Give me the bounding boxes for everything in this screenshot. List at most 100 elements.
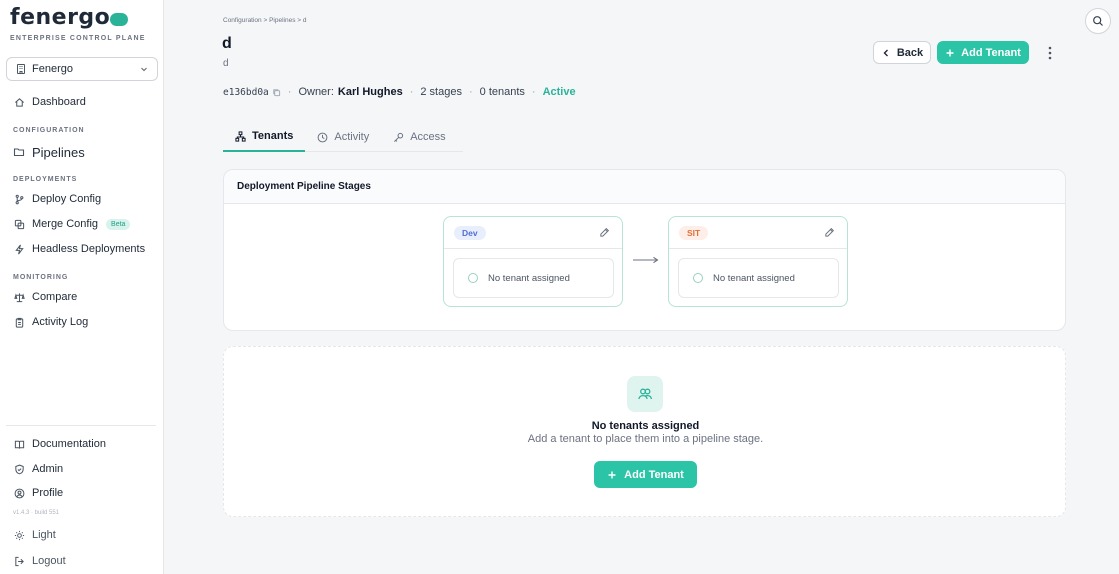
- org-select[interactable]: Fenergo: [6, 57, 158, 81]
- stage-badge-dev: Dev: [454, 225, 486, 240]
- org-select-value: Fenergo: [32, 63, 73, 75]
- nav-profile-label: Profile: [32, 487, 64, 499]
- tab-tenants[interactable]: Tenants: [223, 122, 306, 152]
- clock-icon: [317, 132, 328, 143]
- shield-icon: [13, 463, 25, 475]
- folder-icon: [13, 146, 25, 158]
- pencil-icon[interactable]: [599, 227, 610, 238]
- separator: ·: [287, 86, 292, 98]
- pipeline-meta: e136bd0a · Owner: Karl Hughes · 2 stages…: [223, 86, 576, 98]
- users-icon: [627, 376, 663, 412]
- empty-state-title: No tenants assigned: [591, 420, 700, 432]
- nav-activity-log-label: Activity Log: [32, 316, 89, 328]
- card-title: Deployment Pipeline Stages: [224, 170, 1065, 204]
- chevron-left-icon: [881, 48, 891, 58]
- nav-logout[interactable]: Logout: [13, 553, 66, 569]
- sun-icon: [13, 529, 25, 541]
- owner-label: Owner:: [298, 86, 334, 98]
- add-tenant-button-label: Add Tenant: [961, 46, 1021, 59]
- section-configuration: CONFIGURATION: [13, 127, 85, 134]
- tab-access[interactable]: Access: [381, 122, 457, 152]
- tenant-count: 0 tenants: [479, 86, 525, 98]
- nav-merge-config-label: Merge Config: [32, 218, 99, 230]
- add-tenant-button[interactable]: Add Tenant: [937, 41, 1029, 64]
- stage-header: SIT: [669, 217, 847, 249]
- nav-documentation-label: Documentation: [32, 438, 106, 450]
- nav-pipelines[interactable]: Pipelines: [13, 144, 85, 160]
- page-title: d: [222, 35, 232, 52]
- plus-icon: [607, 470, 617, 480]
- nav-documentation[interactable]: Documentation: [13, 436, 106, 452]
- stage-card-sit[interactable]: SIT No tenant assigned: [668, 216, 848, 307]
- user-circle-icon: [13, 487, 25, 499]
- hierarchy-icon: [235, 130, 246, 142]
- nav-headless-deployments[interactable]: Headless Deployments: [13, 241, 145, 257]
- tenant-slot[interactable]: No tenant assigned: [678, 258, 839, 298]
- tenant-slot-label: No tenant assigned: [488, 272, 570, 284]
- section-monitoring: MONITORING: [13, 274, 69, 281]
- logo-subtitle: ENTERPRISE CONTROL PLANE: [10, 35, 146, 42]
- stage-header: Dev: [444, 217, 622, 249]
- tab-bar: Tenants Activity Access: [223, 122, 463, 152]
- breadcrumb[interactable]: Configuration > Pipelines > d: [223, 17, 306, 24]
- nav-headless-label: Headless Deployments: [32, 243, 146, 255]
- tab-activity[interactable]: Activity: [305, 122, 381, 152]
- theme-toggle[interactable]: Light: [13, 527, 56, 543]
- tab-access-label: Access: [410, 131, 446, 143]
- status-badge: Active: [542, 86, 576, 98]
- empty-tenants-card: No tenants assigned Add a tenant to plac…: [223, 346, 1066, 517]
- section-deployments: DEPLOYMENTS: [13, 176, 78, 183]
- back-button[interactable]: Back: [873, 41, 931, 64]
- pipeline-id: e136bd0a: [223, 86, 269, 98]
- empty-state-description: Add a tenant to place them into a pipeli…: [527, 433, 764, 445]
- tenant-slot-label: No tenant assigned: [713, 272, 795, 284]
- lightning-icon: [13, 243, 25, 255]
- more-options-icon[interactable]: [1043, 44, 1057, 62]
- search-button[interactable]: [1085, 8, 1111, 34]
- pipeline-stages-card: Deployment Pipeline Stages Dev No tenant…: [223, 169, 1066, 331]
- pencil-icon[interactable]: [824, 227, 835, 238]
- nav-merge-config[interactable]: Merge Config Beta: [13, 216, 131, 232]
- git-branch-icon: [13, 193, 25, 205]
- separator: ·: [531, 86, 536, 98]
- sidebar-divider: [6, 425, 156, 426]
- nav-dashboard-label: Dashboard: [32, 96, 86, 108]
- search-icon: [1092, 15, 1104, 27]
- owner-name: Karl Hughes: [337, 86, 403, 98]
- nav-logout-label: Logout: [32, 555, 66, 567]
- version-label: v1.4.3 · build 551: [13, 510, 60, 516]
- nav-compare-label: Compare: [32, 291, 78, 303]
- tab-activity-label: Activity: [334, 131, 370, 143]
- empty-circle-icon: [468, 273, 478, 283]
- separator: ·: [409, 86, 414, 98]
- nav-dashboard[interactable]: Dashboard: [13, 94, 86, 110]
- page-subtitle: d: [223, 58, 229, 69]
- fenergo-logo[interactable]: fenergo: [10, 5, 129, 30]
- nav-compare[interactable]: Compare: [13, 289, 77, 305]
- back-button-label: Back: [896, 46, 924, 59]
- nav-activity-log[interactable]: Activity Log: [13, 314, 88, 330]
- nav-deploy-config[interactable]: Deploy Config: [13, 191, 101, 207]
- add-tenant-button[interactable]: Add Tenant: [594, 461, 697, 488]
- home-icon: [13, 96, 25, 108]
- copy-icon[interactable]: [272, 88, 281, 97]
- stage-count: 2 stages: [420, 86, 462, 98]
- nav-deploy-config-label: Deploy Config: [32, 193, 102, 205]
- stage-badge-sit: SIT: [679, 225, 709, 240]
- scale-icon: [13, 291, 25, 303]
- logout-icon: [13, 555, 25, 567]
- beta-badge: Beta: [106, 218, 131, 230]
- logo-mark-icon: [110, 13, 129, 26]
- nav-pipelines-label: Pipelines: [32, 144, 85, 160]
- key-icon: [393, 132, 404, 143]
- tab-tenants-label: Tenants: [252, 130, 294, 142]
- tenant-slot[interactable]: No tenant assigned: [453, 258, 614, 298]
- nav-profile[interactable]: Profile: [13, 485, 63, 501]
- empty-circle-icon: [693, 273, 703, 283]
- nav-admin[interactable]: Admin: [13, 461, 63, 477]
- book-icon: [13, 438, 25, 450]
- theme-toggle-label: Light: [32, 529, 56, 541]
- plus-icon: [945, 48, 955, 58]
- stage-card-dev[interactable]: Dev No tenant assigned: [443, 216, 623, 307]
- merge-icon: [13, 218, 25, 230]
